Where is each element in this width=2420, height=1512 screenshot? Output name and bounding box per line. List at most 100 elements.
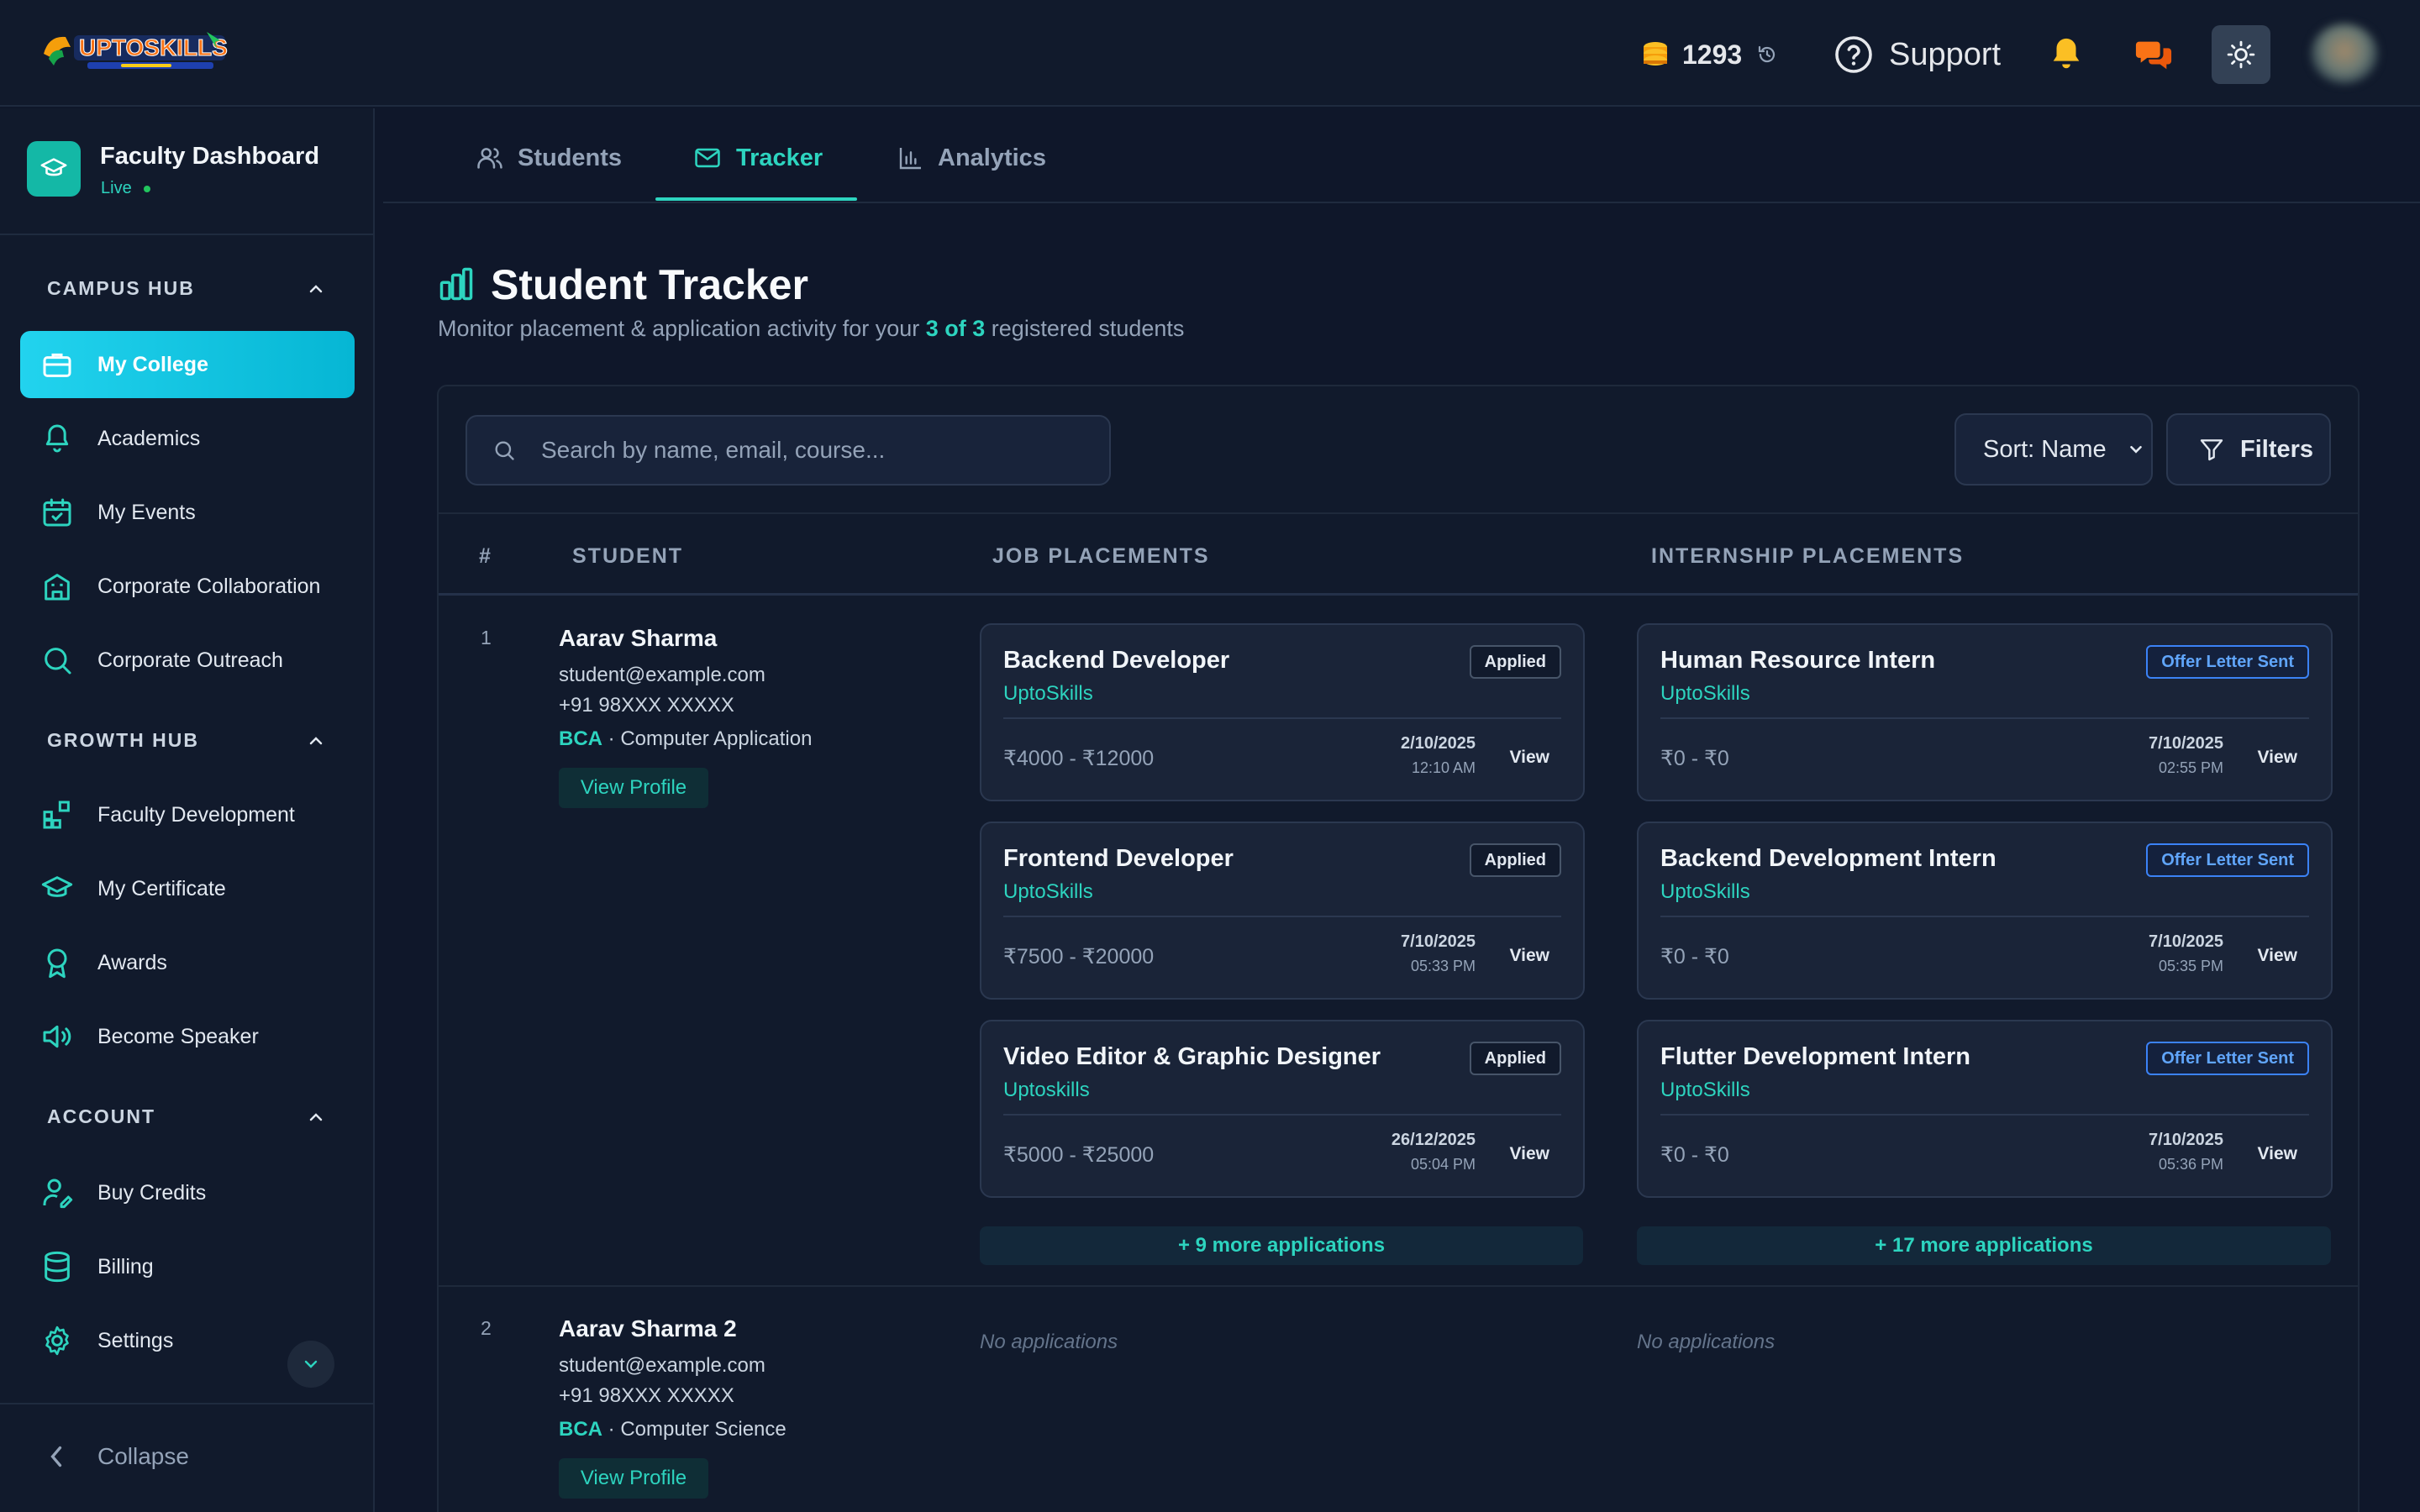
- applied-date: 7/10/2025: [1401, 932, 1476, 951]
- sidebar-item-faculty-development[interactable]: Faculty Development: [20, 781, 355, 848]
- job-title: Video Editor & Graphic Designer: [1003, 1043, 1381, 1070]
- graduation-cap-icon: [40, 158, 67, 176]
- chevron-up-icon[interactable]: [306, 279, 326, 299]
- chevron-down-icon: [2129, 445, 2142, 454]
- applied-time: 05:36 PM: [2158, 1156, 2223, 1173]
- sidebar-scroll-down-button[interactable]: [287, 1341, 334, 1388]
- internship-application-card[interactable]: Flutter Development Intern UptoSkills Of…: [1637, 1020, 2333, 1198]
- sidebar-item-label: Faculty Development: [97, 802, 295, 827]
- calendar-check-icon: [43, 498, 71, 527]
- more-internship-applications-button[interactable]: + 17 more applications: [1637, 1226, 2331, 1265]
- tab-tracker[interactable]: Tracker: [692, 141, 823, 175]
- student-phone: +91 98XXX XXXXX: [559, 694, 734, 717]
- applied-date: 26/12/2025: [1391, 1131, 1476, 1149]
- applied-date: 7/10/2025: [2149, 932, 2223, 951]
- sidebar-item-academics[interactable]: Academics: [20, 405, 355, 472]
- svg-text:UPTOSKILLS: UPTOSKILLS: [79, 34, 228, 60]
- card-divider: [1003, 1114, 1561, 1116]
- sidebar-item-label: My College: [97, 352, 208, 376]
- sidebar-item-billing[interactable]: Billing: [20, 1233, 355, 1300]
- tab-students[interactable]: Students: [476, 141, 622, 175]
- sidebar-item-become-speaker[interactable]: Become Speaker: [20, 1003, 355, 1070]
- view-application-button[interactable]: View: [1510, 1144, 1549, 1164]
- page-subtitle: Monitor placement & application activity…: [438, 316, 1184, 342]
- user-avatar[interactable]: [2311, 24, 2378, 84]
- view-profile-button[interactable]: View Profile: [559, 768, 708, 808]
- search-box[interactable]: [466, 415, 1111, 486]
- chat-icon[interactable]: [2134, 35, 2173, 74]
- section-heading-campus-hub[interactable]: CAMPUS HUB: [47, 277, 195, 300]
- company-name: UptoSkills: [1660, 1079, 1750, 1101]
- view-application-button[interactable]: View: [1510, 748, 1549, 768]
- student-name: Aarav Sharma: [559, 625, 718, 651]
- filters-label: Filters: [2240, 435, 2314, 463]
- stipend-range: ₹0 - ₹0: [1660, 747, 1729, 770]
- live-label: Live: [101, 179, 132, 197]
- active-tab-indicator: [655, 197, 857, 201]
- page-title: Student Tracker: [491, 261, 808, 308]
- uptoskills-logo[interactable]: UPTOSKILLS: [40, 25, 230, 76]
- collapse-sidebar-button[interactable]: Collapse: [47, 1443, 189, 1470]
- chevron-down-icon: [304, 1360, 318, 1368]
- student-phone: +91 98XXX XXXXX: [559, 1384, 734, 1407]
- salary-range: ₹4000 - ₹12000: [1003, 747, 1155, 770]
- section-heading-account[interactable]: ACCOUNT: [47, 1105, 155, 1128]
- table-header: [439, 514, 2358, 595]
- company-name: UptoSkills: [1003, 880, 1093, 903]
- bell-icon[interactable]: [2047, 35, 2086, 74]
- student-course: BCA · Computer Science: [559, 1418, 786, 1441]
- coins-icon: [1644, 42, 1667, 66]
- section-heading-growth-hub[interactable]: GROWTH HUB: [47, 729, 199, 752]
- chevron-up-icon[interactable]: [306, 1107, 326, 1127]
- live-status: Live: [101, 179, 150, 198]
- sidebar-item-my-college[interactable]: My College: [20, 331, 355, 398]
- chevron-up-icon[interactable]: [306, 731, 326, 751]
- tabs-divider: [383, 202, 2420, 203]
- history-icon[interactable]: [1757, 45, 1777, 65]
- view-profile-button[interactable]: View Profile: [559, 1458, 708, 1499]
- sidebar-item-corporate-collaboration[interactable]: Corporate Collaboration: [20, 553, 355, 620]
- registered-count: 3 of 3: [925, 316, 986, 341]
- more-job-applications-button[interactable]: + 9 more applications: [980, 1226, 1583, 1265]
- card-divider: [1660, 1114, 2309, 1116]
- filters-button[interactable]: Filters: [2166, 413, 2331, 486]
- job-application-card[interactable]: Video Editor & Graphic Designer Uptoskil…: [980, 1020, 1585, 1198]
- sidebar-item-corporate-outreach[interactable]: Corporate Outreach: [20, 627, 355, 694]
- credits-counter[interactable]: 1293: [1640, 34, 1777, 76]
- search-input[interactable]: [541, 437, 1079, 464]
- tab-label: Students: [518, 144, 623, 171]
- sidebar-item-my-events[interactable]: My Events: [20, 479, 355, 546]
- support-button[interactable]: Support: [1833, 32, 2001, 77]
- tab-analytics[interactable]: Analytics: [897, 141, 1046, 175]
- column-header-job-placements: JOB PLACEMENTS: [992, 544, 1210, 568]
- status-badge: Applied: [1469, 645, 1561, 679]
- sidebar-item-awards[interactable]: Awards: [20, 929, 355, 996]
- internship-application-card[interactable]: Backend Development Intern UptoSkills Of…: [1637, 822, 2333, 1000]
- student-name: Aarav Sharma 2: [559, 1315, 737, 1341]
- database-icon: [45, 1251, 70, 1283]
- sidebar-item-buy-credits[interactable]: Buy Credits: [20, 1159, 355, 1226]
- sidebar-item-my-certificate[interactable]: My Certificate: [20, 855, 355, 922]
- bar-chart-icon: [439, 267, 473, 301]
- sort-select[interactable]: Sort: Name: [1954, 413, 2153, 486]
- sidebar-item-label: Settings: [97, 1328, 174, 1352]
- job-application-card[interactable]: Frontend Developer UptoSkills Applied ₹7…: [980, 822, 1585, 1000]
- search-icon: [45, 648, 71, 675]
- view-application-button[interactable]: View: [2258, 1144, 2297, 1164]
- view-application-button[interactable]: View: [1510, 946, 1549, 966]
- applied-time: 05:33 PM: [1410, 958, 1476, 974]
- graduation-cap-icon: [41, 876, 73, 897]
- applied-time: 05:04 PM: [1410, 1156, 1476, 1173]
- job-application-card[interactable]: Backend Developer UptoSkills Applied ₹40…: [980, 623, 1585, 801]
- view-application-button[interactable]: View: [2258, 946, 2297, 966]
- bell-outline-icon: [45, 424, 69, 453]
- theme-toggle-button[interactable]: [2212, 25, 2270, 84]
- stipend-range: ₹0 - ₹0: [1660, 1143, 1729, 1167]
- search-icon: [495, 441, 514, 460]
- tab-label: Tracker: [736, 144, 823, 171]
- internship-application-card[interactable]: Human Resource Intern UptoSkills Offer L…: [1637, 623, 2333, 801]
- view-application-button[interactable]: View: [2258, 748, 2297, 768]
- column-header-number: #: [479, 544, 492, 568]
- sidebar-item-label: Buy Credits: [97, 1180, 207, 1205]
- sun-icon: [2227, 40, 2255, 69]
